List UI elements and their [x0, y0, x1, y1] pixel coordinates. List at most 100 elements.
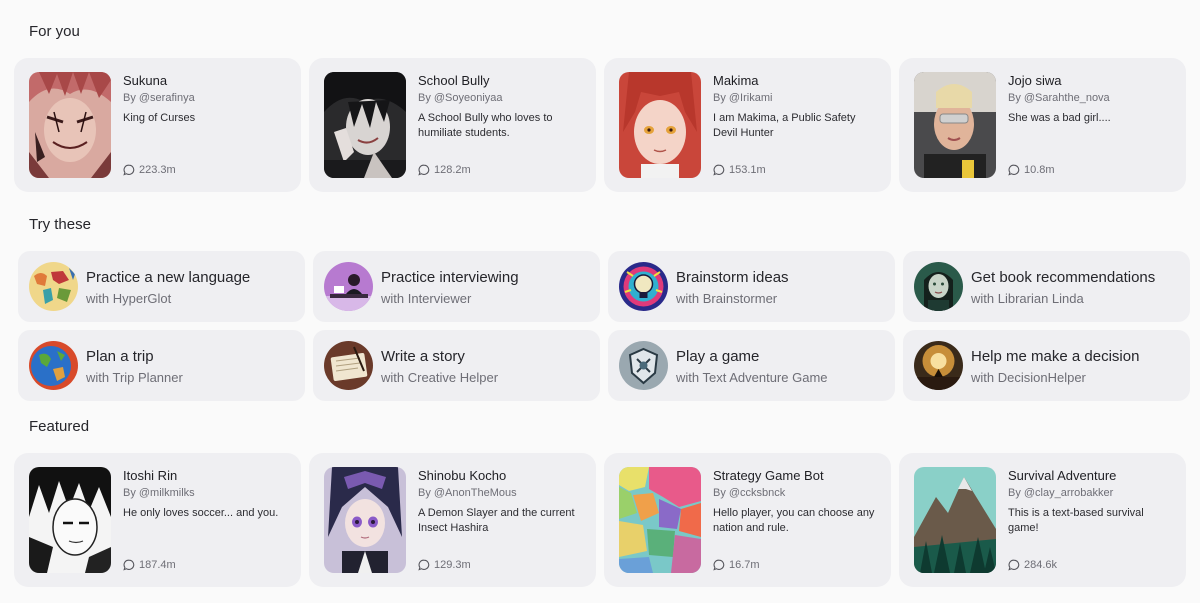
try-card-title: Write a story	[381, 348, 465, 365]
chat-count: 129.3m	[418, 559, 471, 571]
chat-count: 153.1m	[713, 164, 766, 176]
character-author: By @Irikami	[713, 92, 773, 104]
featured-row: Itoshi Rin By @milkmilks He only loves s…	[14, 453, 1186, 587]
decision-icon	[914, 341, 963, 390]
try-card-subtitle: with Creative Helper	[381, 370, 499, 385]
chat-count-value: 10.8m	[1024, 164, 1055, 176]
section-title-for-you: For you	[29, 23, 80, 40]
try-card-title: Plan a trip	[86, 348, 154, 365]
character-name: School Bully	[418, 73, 490, 88]
chat-bubble-icon	[123, 164, 135, 176]
try-card-story[interactable]: Write a story with Creative Helper	[313, 330, 600, 401]
chat-count-value: 284.6k	[1024, 559, 1058, 571]
strategy-map-avatar	[619, 467, 701, 573]
try-card-subtitle: with Librarian Linda	[971, 291, 1084, 306]
try-card-title: Brainstorm ideas	[676, 269, 789, 286]
chat-bubble-icon	[713, 559, 725, 571]
try-these-row-1: Practice a new language with HyperGlot P…	[18, 251, 1190, 322]
character-name: Itoshi Rin	[123, 468, 178, 483]
try-card-books[interactable]: Get book recommendations with Librarian …	[903, 251, 1190, 322]
character-name: Makima	[713, 73, 759, 88]
jojo-siwa-avatar	[914, 72, 996, 178]
chat-count: 16.7m	[713, 559, 760, 571]
try-card-subtitle: with Interviewer	[381, 291, 472, 306]
chat-bubble-icon	[1008, 559, 1020, 571]
character-name: Shinobu Kocho	[418, 468, 507, 483]
try-card-subtitle: with Brainstormer	[676, 291, 778, 306]
try-card-subtitle: with Text Adventure Game	[676, 370, 828, 385]
character-name: Sukuna	[123, 73, 168, 88]
character-card-shinobu-kocho[interactable]: Shinobu Kocho By @AnonTheMous A Demon Sl…	[309, 453, 596, 587]
try-card-title: Practice a new language	[86, 269, 251, 286]
librarian-icon	[914, 262, 963, 311]
character-author: By @Sarahthe_nova	[1008, 92, 1110, 104]
try-card-title: Help me make a decision	[971, 348, 1140, 365]
character-card-jojo-siwa[interactable]: Jojo siwa By @Sarahthe_nova She was a ba…	[899, 58, 1186, 192]
chat-count-value: 128.2m	[434, 164, 471, 176]
try-card-interviewing[interactable]: Practice interviewing with Interviewer	[313, 251, 600, 322]
chat-bubble-icon	[123, 559, 135, 571]
for-you-row: Sukuna By @serafinya King of Curses 223.…	[14, 58, 1186, 192]
character-description: I am Makima, a Public Safety Devil Hunte…	[713, 112, 856, 139]
school-bully-avatar	[324, 72, 406, 178]
character-author: By @Soyeoniyaa	[418, 92, 503, 104]
chat-count: 223.3m	[123, 164, 176, 176]
try-card-decision[interactable]: Help me make a decision with DecisionHel…	[903, 330, 1190, 401]
try-card-title: Practice interviewing	[381, 269, 519, 286]
character-description: King of Curses	[123, 112, 196, 124]
try-card-title: Play a game	[676, 348, 760, 365]
chat-count-value: 187.4m	[139, 559, 176, 571]
chat-count: 128.2m	[418, 164, 471, 176]
chat-bubble-icon	[713, 164, 725, 176]
chat-count-value: 16.7m	[729, 559, 760, 571]
section-title-featured: Featured	[29, 418, 90, 435]
chat-count: 187.4m	[123, 559, 176, 571]
try-card-title: Get book recommendations	[971, 269, 1156, 286]
character-card-makima[interactable]: Makima By @Irikami I am Makima, a Public…	[604, 58, 891, 192]
section-title-try-these: Try these	[29, 216, 91, 233]
survival-mountain-avatar	[914, 467, 996, 573]
chat-bubble-icon	[418, 164, 430, 176]
chat-bubble-icon	[1008, 164, 1020, 176]
chat-count-value: 153.1m	[729, 164, 766, 176]
try-these-row-2: Plan a trip with Trip Planner Write a st…	[18, 330, 1190, 401]
globe-icon	[29, 341, 78, 390]
try-card-brainstorm[interactable]: Brainstorm ideas with Brainstormer	[608, 251, 895, 322]
chat-count: 10.8m	[1008, 164, 1055, 176]
character-card-sukuna[interactable]: Sukuna By @serafinya King of Curses 223.…	[14, 58, 301, 192]
try-card-game[interactable]: Play a game with Text Adventure Game	[608, 330, 895, 401]
character-card-survival-adventure[interactable]: Survival Adventure By @clay_arrobakker T…	[899, 453, 1186, 587]
character-description: A School Bully who loves to humiliate st…	[418, 112, 553, 139]
world-map-icon	[29, 262, 78, 311]
shinobu-kocho-avatar	[324, 467, 406, 573]
character-description: A Demon Slayer and the current Insect Ha…	[418, 507, 575, 534]
try-card-subtitle: with HyperGlot	[86, 291, 172, 306]
character-card-school-bully[interactable]: School Bully By @Soyeoniyaa A School Bul…	[309, 58, 596, 192]
character-author: By @clay_arrobakker	[1008, 487, 1114, 499]
chat-count: 284.6k	[1008, 559, 1057, 571]
chat-count-value: 129.3m	[434, 559, 471, 571]
chat-bubble-icon	[418, 559, 430, 571]
try-card-trip[interactable]: Plan a trip with Trip Planner	[18, 330, 305, 401]
character-author: By @ccksbnck	[713, 487, 786, 499]
chat-count-value: 223.3m	[139, 164, 176, 176]
sukuna-avatar	[29, 72, 111, 178]
makima-avatar	[619, 72, 701, 178]
character-name: Jojo siwa	[1008, 73, 1062, 88]
character-description: Hello player, you can choose any nation …	[713, 507, 875, 534]
character-name: Strategy Game Bot	[713, 468, 824, 483]
character-author: By @AnonTheMous	[418, 487, 517, 499]
character-card-strategy-game-bot[interactable]: Strategy Game Bot By @ccksbnck Hello pla…	[604, 453, 891, 587]
try-card-subtitle: with Trip Planner	[86, 370, 183, 385]
character-description: This is a text-based survival game!	[1008, 507, 1144, 534]
character-description: She was a bad girl....	[1008, 112, 1111, 124]
character-author: By @serafinya	[123, 92, 195, 104]
character-card-itoshi-rin[interactable]: Itoshi Rin By @milkmilks He only loves s…	[14, 453, 301, 587]
character-description: He only loves soccer... and you.	[123, 507, 279, 519]
try-card-subtitle: with DecisionHelper	[971, 370, 1086, 385]
character-name: Survival Adventure	[1008, 468, 1117, 483]
lightbulb-icon	[619, 262, 668, 311]
character-author: By @milkmilks	[123, 487, 195, 499]
try-card-language[interactable]: Practice a new language with HyperGlot	[18, 251, 305, 322]
itoshi-rin-avatar	[29, 467, 111, 573]
